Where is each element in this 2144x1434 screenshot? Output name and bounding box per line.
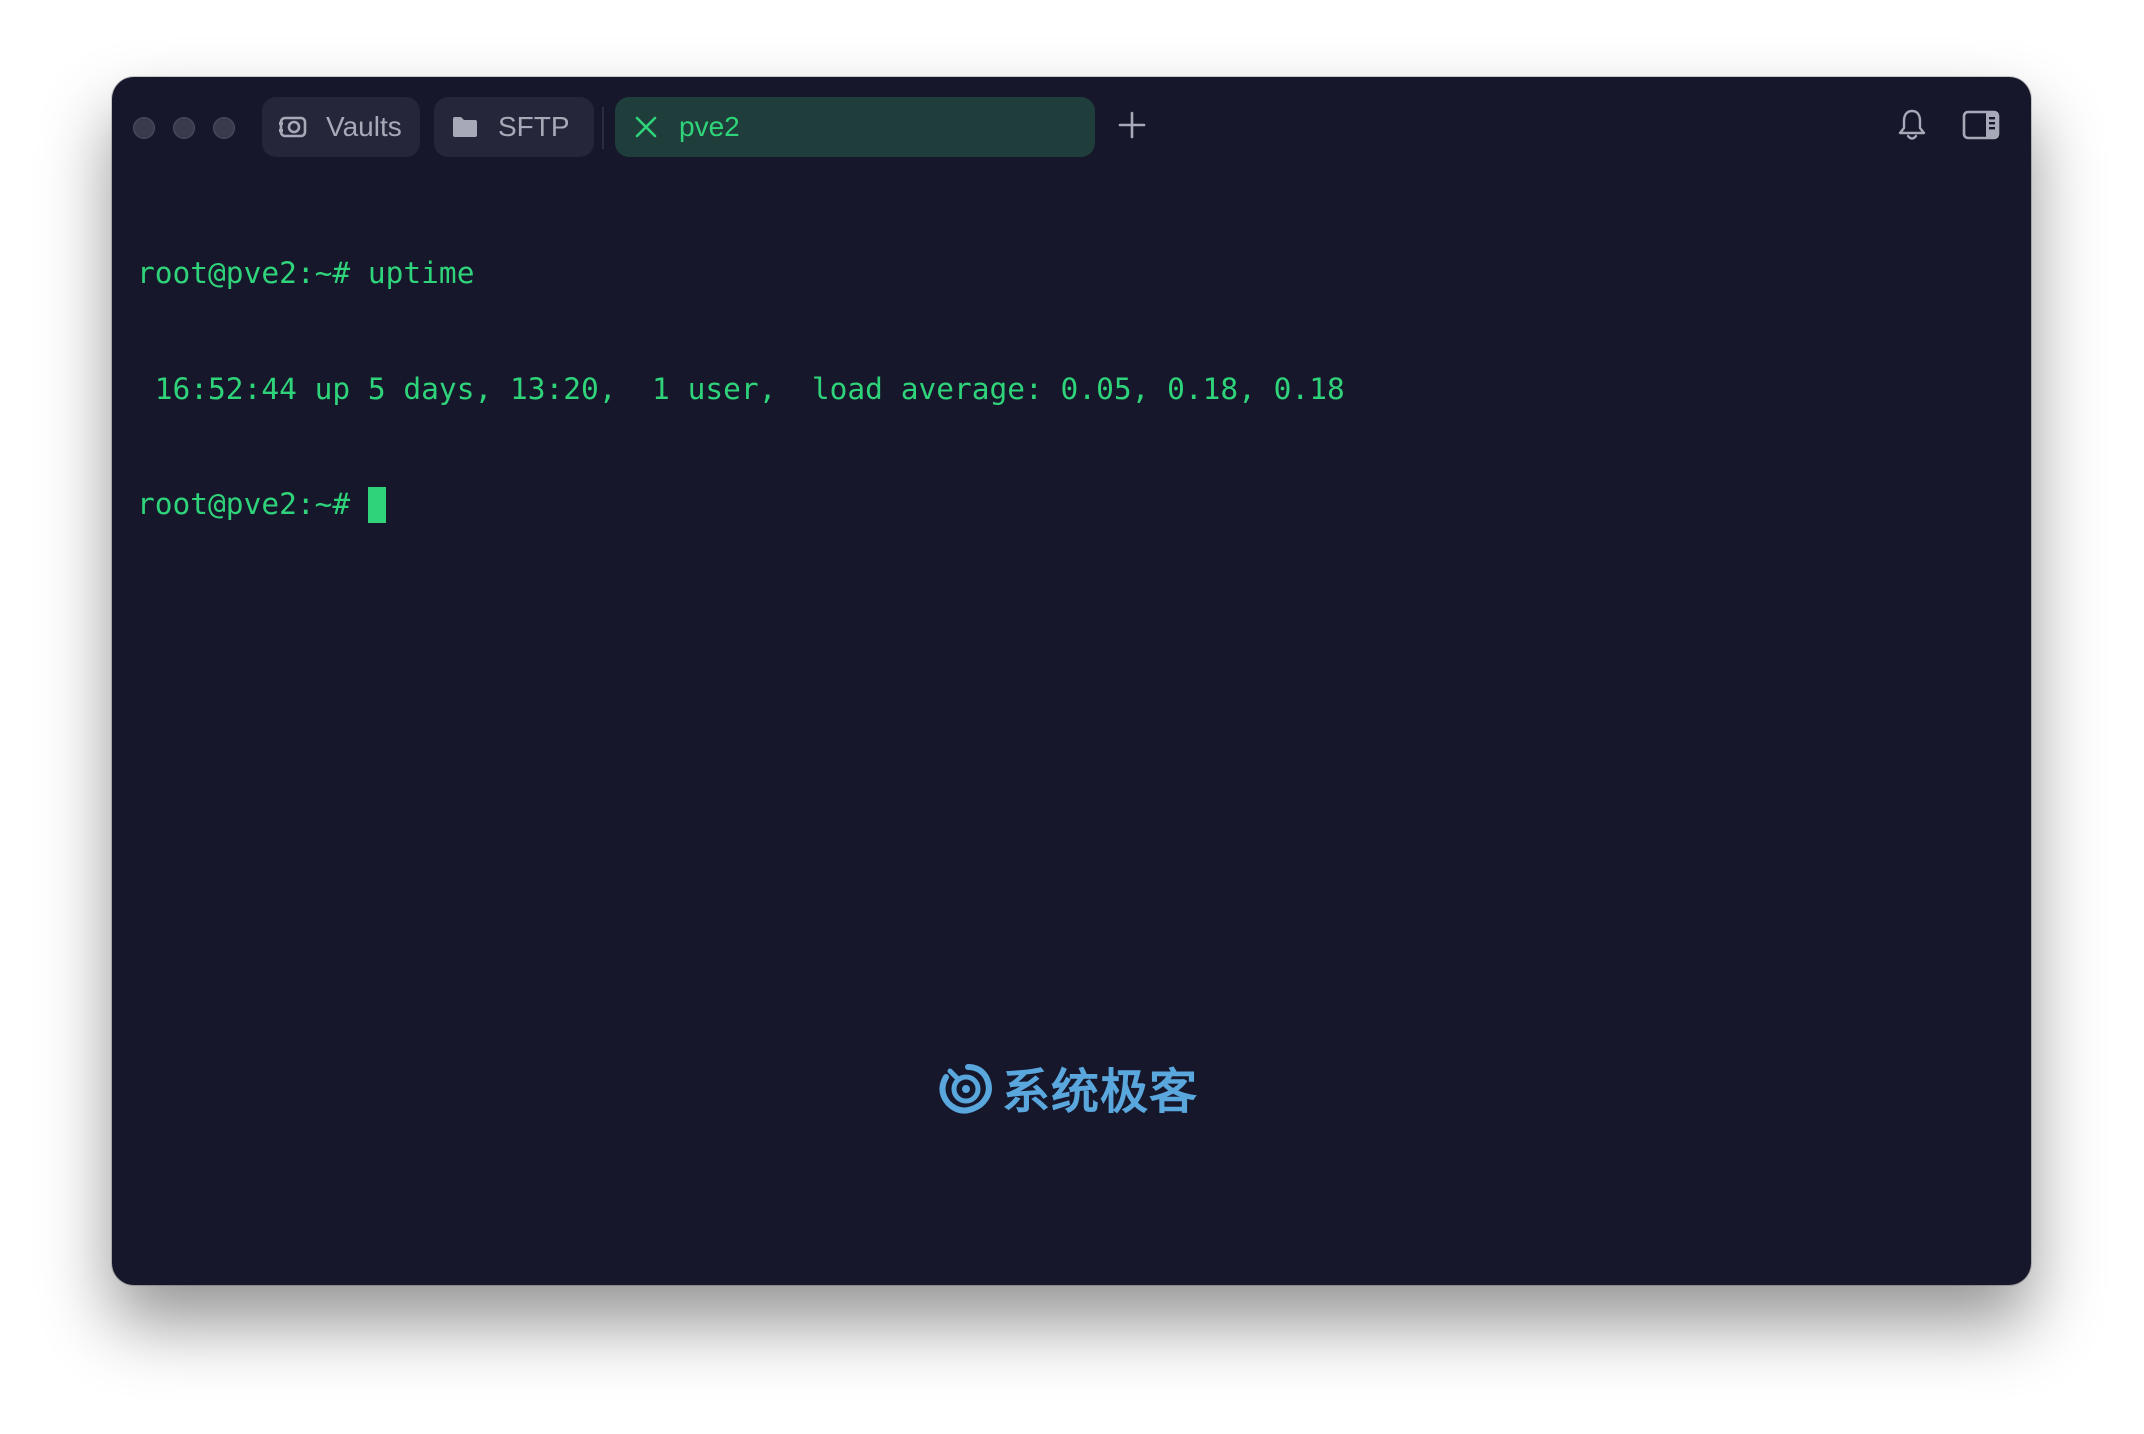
terminal-window: Vaults SFTP pve2 root@pve2:~# uptime 16:… <box>112 77 2031 1285</box>
title-bar: Vaults SFTP pve2 <box>112 77 2031 179</box>
close-window-button[interactable] <box>133 117 155 139</box>
tab-sftp[interactable]: SFTP <box>434 97 594 157</box>
sidebar-toggle-icon <box>1962 110 2000 145</box>
vault-icon <box>278 112 308 142</box>
watermark-text: 系统极客 <box>1002 1064 1199 1120</box>
plus-icon <box>1118 111 1146 144</box>
sidebar-toggle-button[interactable] <box>1958 105 2004 149</box>
watermark-logo-icon <box>939 1064 992 1114</box>
tab-label: pve2 <box>679 111 740 142</box>
watermark: 系统极客 <box>936 1052 1198 1122</box>
terminal-prompt-line: root@pve2:~# <box>137 485 2006 524</box>
terminal-cursor <box>367 487 386 523</box>
new-tab-button[interactable] <box>1112 107 1152 147</box>
tab-vaults[interactable]: Vaults <box>262 97 420 157</box>
tab-pve2[interactable]: pve2 <box>615 97 1095 157</box>
zoom-window-button[interactable] <box>213 117 235 139</box>
terminal-prompt: root@pve2:~# <box>137 487 368 521</box>
notifications-button[interactable] <box>1890 105 1934 149</box>
terminal-line: root@pve2:~# uptime <box>137 256 475 290</box>
close-icon[interactable] <box>631 112 661 142</box>
terminal-line: 16:52:44 up 5 days, 13:20, 1 user, load … <box>137 371 1345 406</box>
folder-icon <box>450 112 480 142</box>
tab-separator <box>602 107 604 149</box>
tab-label: Vaults <box>326 111 402 142</box>
minimize-window-button[interactable] <box>173 117 195 139</box>
tab-label: SFTP <box>498 111 570 142</box>
bell-icon <box>1897 108 1927 147</box>
